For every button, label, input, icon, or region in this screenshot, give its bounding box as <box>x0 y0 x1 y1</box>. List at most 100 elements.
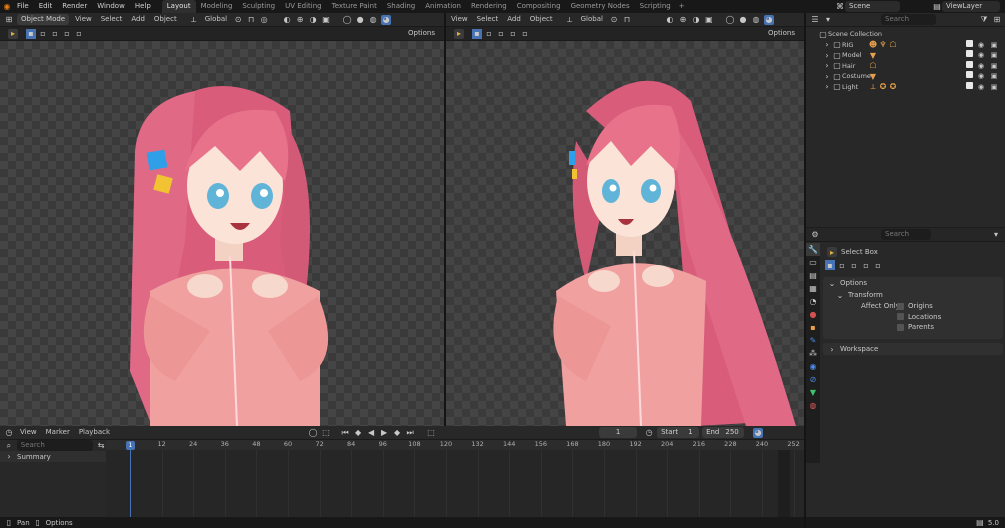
scene-name-field[interactable]: Scene <box>845 1 900 12</box>
shading-rendered-icon-right[interactable]: ◕ <box>763 14 774 25</box>
mode-set-icon[interactable]: ▪ <box>825 260 835 270</box>
filter-icon[interactable]: ⧩ <box>979 15 989 25</box>
child-object-icon[interactable]: ☖ <box>888 40 898 50</box>
child-object-icon[interactable]: ☻ <box>868 40 878 50</box>
output-tab-icon[interactable]: ▤ <box>806 269 820 282</box>
workspace-tab-shading[interactable]: Shading <box>382 0 420 13</box>
outliner-item[interactable]: › ▢ Hair ☖ ◉ ▣ <box>818 60 1005 72</box>
add-menu-right[interactable]: Add <box>504 14 524 25</box>
mode-difference-icon[interactable]: ▫ <box>861 260 871 270</box>
overlay-icon[interactable]: ◑ <box>308 15 318 25</box>
physics-tab-icon[interactable]: ◉ <box>806 360 820 373</box>
viewport-right-canvas[interactable] <box>446 41 804 427</box>
material-tab-icon[interactable]: ◍ <box>806 399 820 412</box>
timeline-marker-menu[interactable]: Marker <box>43 427 73 438</box>
shading-solid-icon[interactable]: ● <box>355 15 365 25</box>
swap-icon[interactable]: ⇆ <box>96 441 106 451</box>
exclude-checkbox[interactable] <box>966 60 973 68</box>
chevron-right-icon[interactable]: › <box>822 50 832 60</box>
start-frame-field[interactable]: Start 1 <box>657 427 700 438</box>
menu-edit[interactable]: Edit <box>34 0 58 13</box>
orientation-dropdown-right[interactable]: Global <box>578 14 606 25</box>
play-reverse-icon[interactable]: ◀ <box>366 428 376 438</box>
options-panel-header[interactable]: ⌄ Options <box>823 277 1003 289</box>
camera-icon[interactable]: ▣ <box>989 61 999 71</box>
eye-icon[interactable]: ◉ <box>976 71 986 81</box>
child-object-icon[interactable]: ▼ <box>868 50 878 60</box>
workspace-tab-sculpting[interactable]: Sculpting <box>237 0 280 13</box>
child-object-icon[interactable]: ▼ <box>868 71 878 81</box>
workspace-tab-animation[interactable]: Animation <box>420 0 466 13</box>
outliner-item[interactable]: › ▢ Light ⟂ ✪ ✪ ◉ ▣ <box>818 81 1005 93</box>
eye-icon[interactable]: ◉ <box>976 61 986 71</box>
keying-icon[interactable]: ⬚ <box>321 428 331 438</box>
visibility-icon[interactable]: ◐ <box>282 15 292 25</box>
shading-material-icon[interactable]: ◍ <box>368 15 378 25</box>
exclude-checkbox[interactable] <box>966 71 973 79</box>
select-mode-new-icon[interactable]: ▪ <box>26 28 36 39</box>
xray-icon[interactable]: ▣ <box>321 15 331 25</box>
outliner-editor-icon[interactable]: ☰ <box>810 15 820 25</box>
eye-icon[interactable]: ◉ <box>976 82 986 92</box>
mode-intersect-icon[interactable]: ▫ <box>873 260 883 270</box>
orientation-dropdown[interactable]: Global <box>202 14 230 25</box>
current-frame-field[interactable]: 1 <box>599 427 638 438</box>
pivot-icon-right[interactable]: ⊙ <box>609 15 619 25</box>
child-object-icon[interactable]: ☖ <box>868 61 878 71</box>
timeline-options-icon[interactable]: ◕ <box>753 427 764 438</box>
chevron-right-icon[interactable]: › <box>822 40 832 50</box>
camera-icon[interactable]: ▣ <box>989 50 999 60</box>
transform-subpanel-header[interactable]: ⌄ Transform <box>823 289 1003 301</box>
timeline-scrollbar[interactable] <box>778 450 790 517</box>
tool-tab-icon[interactable]: 🔧 <box>806 243 820 256</box>
summary-row[interactable]: › Summary <box>0 451 106 462</box>
jump-start-icon[interactable]: ⏮ <box>340 428 350 438</box>
workspace-tab-compositing[interactable]: Compositing <box>512 0 566 13</box>
shading-wireframe-icon-right[interactable]: ◯ <box>725 15 735 25</box>
affect-origins-checkbox[interactable]: Origins <box>897 301 941 312</box>
channel-search-input[interactable]: Search <box>16 440 94 451</box>
checkbox-box[interactable] <box>897 323 904 331</box>
viewport-right[interactable]: View Select Add Object ⟂ Global ⊙ ⊓ ◐ ⊕ … <box>446 13 804 427</box>
data-tab-icon[interactable]: ▼ <box>806 386 820 399</box>
modifier-tab-icon[interactable]: ✎ <box>806 334 820 347</box>
exclude-checkbox[interactable] <box>966 50 973 58</box>
render-tab-icon[interactable]: ▭ <box>806 256 820 269</box>
select-mode-subtract-icon-right[interactable]: ▫ <box>496 29 506 39</box>
workspace-panel-header[interactable]: › Workspace <box>823 343 1003 355</box>
select-mode-extend-icon[interactable]: ▫ <box>38 29 48 39</box>
playhead-frame-marker[interactable]: 1 <box>126 441 135 450</box>
menu-render[interactable]: Render <box>57 0 92 13</box>
scene-selector[interactable]: ⌘ Scene <box>835 1 900 12</box>
workspace-tab-layout[interactable]: Layout <box>161 0 196 13</box>
play-icon[interactable]: ▶ <box>379 428 389 438</box>
object-menu-right[interactable]: Object <box>527 14 556 25</box>
timeline-view-menu[interactable]: View <box>17 427 40 438</box>
blender-logo-icon[interactable]: ◉ <box>2 2 12 12</box>
shading-wireframe-icon[interactable]: ◯ <box>342 15 352 25</box>
properties-editor-icon[interactable]: ⚙ <box>810 230 820 240</box>
viewport-left-canvas[interactable] <box>0 41 444 427</box>
frame-ruler[interactable]: 12 24 36 48 60 72 84 96 108 120 132 144 156 168 180 192… <box>106 440 804 450</box>
child-object-icon[interactable]: ✪ <box>878 82 888 92</box>
shading-solid-icon-right[interactable]: ● <box>738 15 748 25</box>
add-workspace-button[interactable]: + <box>676 1 688 12</box>
eye-icon[interactable]: ◉ <box>976 40 986 50</box>
view-menu[interactable]: View <box>72 14 95 25</box>
checkbox-box[interactable] <box>897 302 904 310</box>
prev-keyframe-icon[interactable]: ◆ <box>353 428 363 438</box>
view-menu-right[interactable]: View <box>448 14 471 25</box>
outliner-item[interactable]: › ▢ Model ▼ ◉ ▣ <box>818 50 1005 61</box>
select-tool-icon-right[interactable]: ▸ <box>454 28 464 39</box>
pin-icon[interactable]: ▾ <box>991 230 1001 240</box>
chevron-right-icon[interactable]: › <box>822 61 832 71</box>
select-mode-invert-icon[interactable]: ▫ <box>62 29 72 39</box>
eye-icon[interactable]: ◉ <box>976 50 986 60</box>
view-layer-selector[interactable]: ▤ ViewLayer <box>932 1 1000 12</box>
checkbox-box[interactable] <box>897 313 904 321</box>
world-tab-icon[interactable]: ● <box>806 308 820 321</box>
select-tool-icon[interactable]: ▸ <box>8 28 18 39</box>
next-keyframe-icon[interactable]: ◆ <box>392 428 402 438</box>
affect-locations-checkbox[interactable]: Locations <box>897 312 941 323</box>
workspace-tab-modeling[interactable]: Modeling <box>196 0 238 13</box>
